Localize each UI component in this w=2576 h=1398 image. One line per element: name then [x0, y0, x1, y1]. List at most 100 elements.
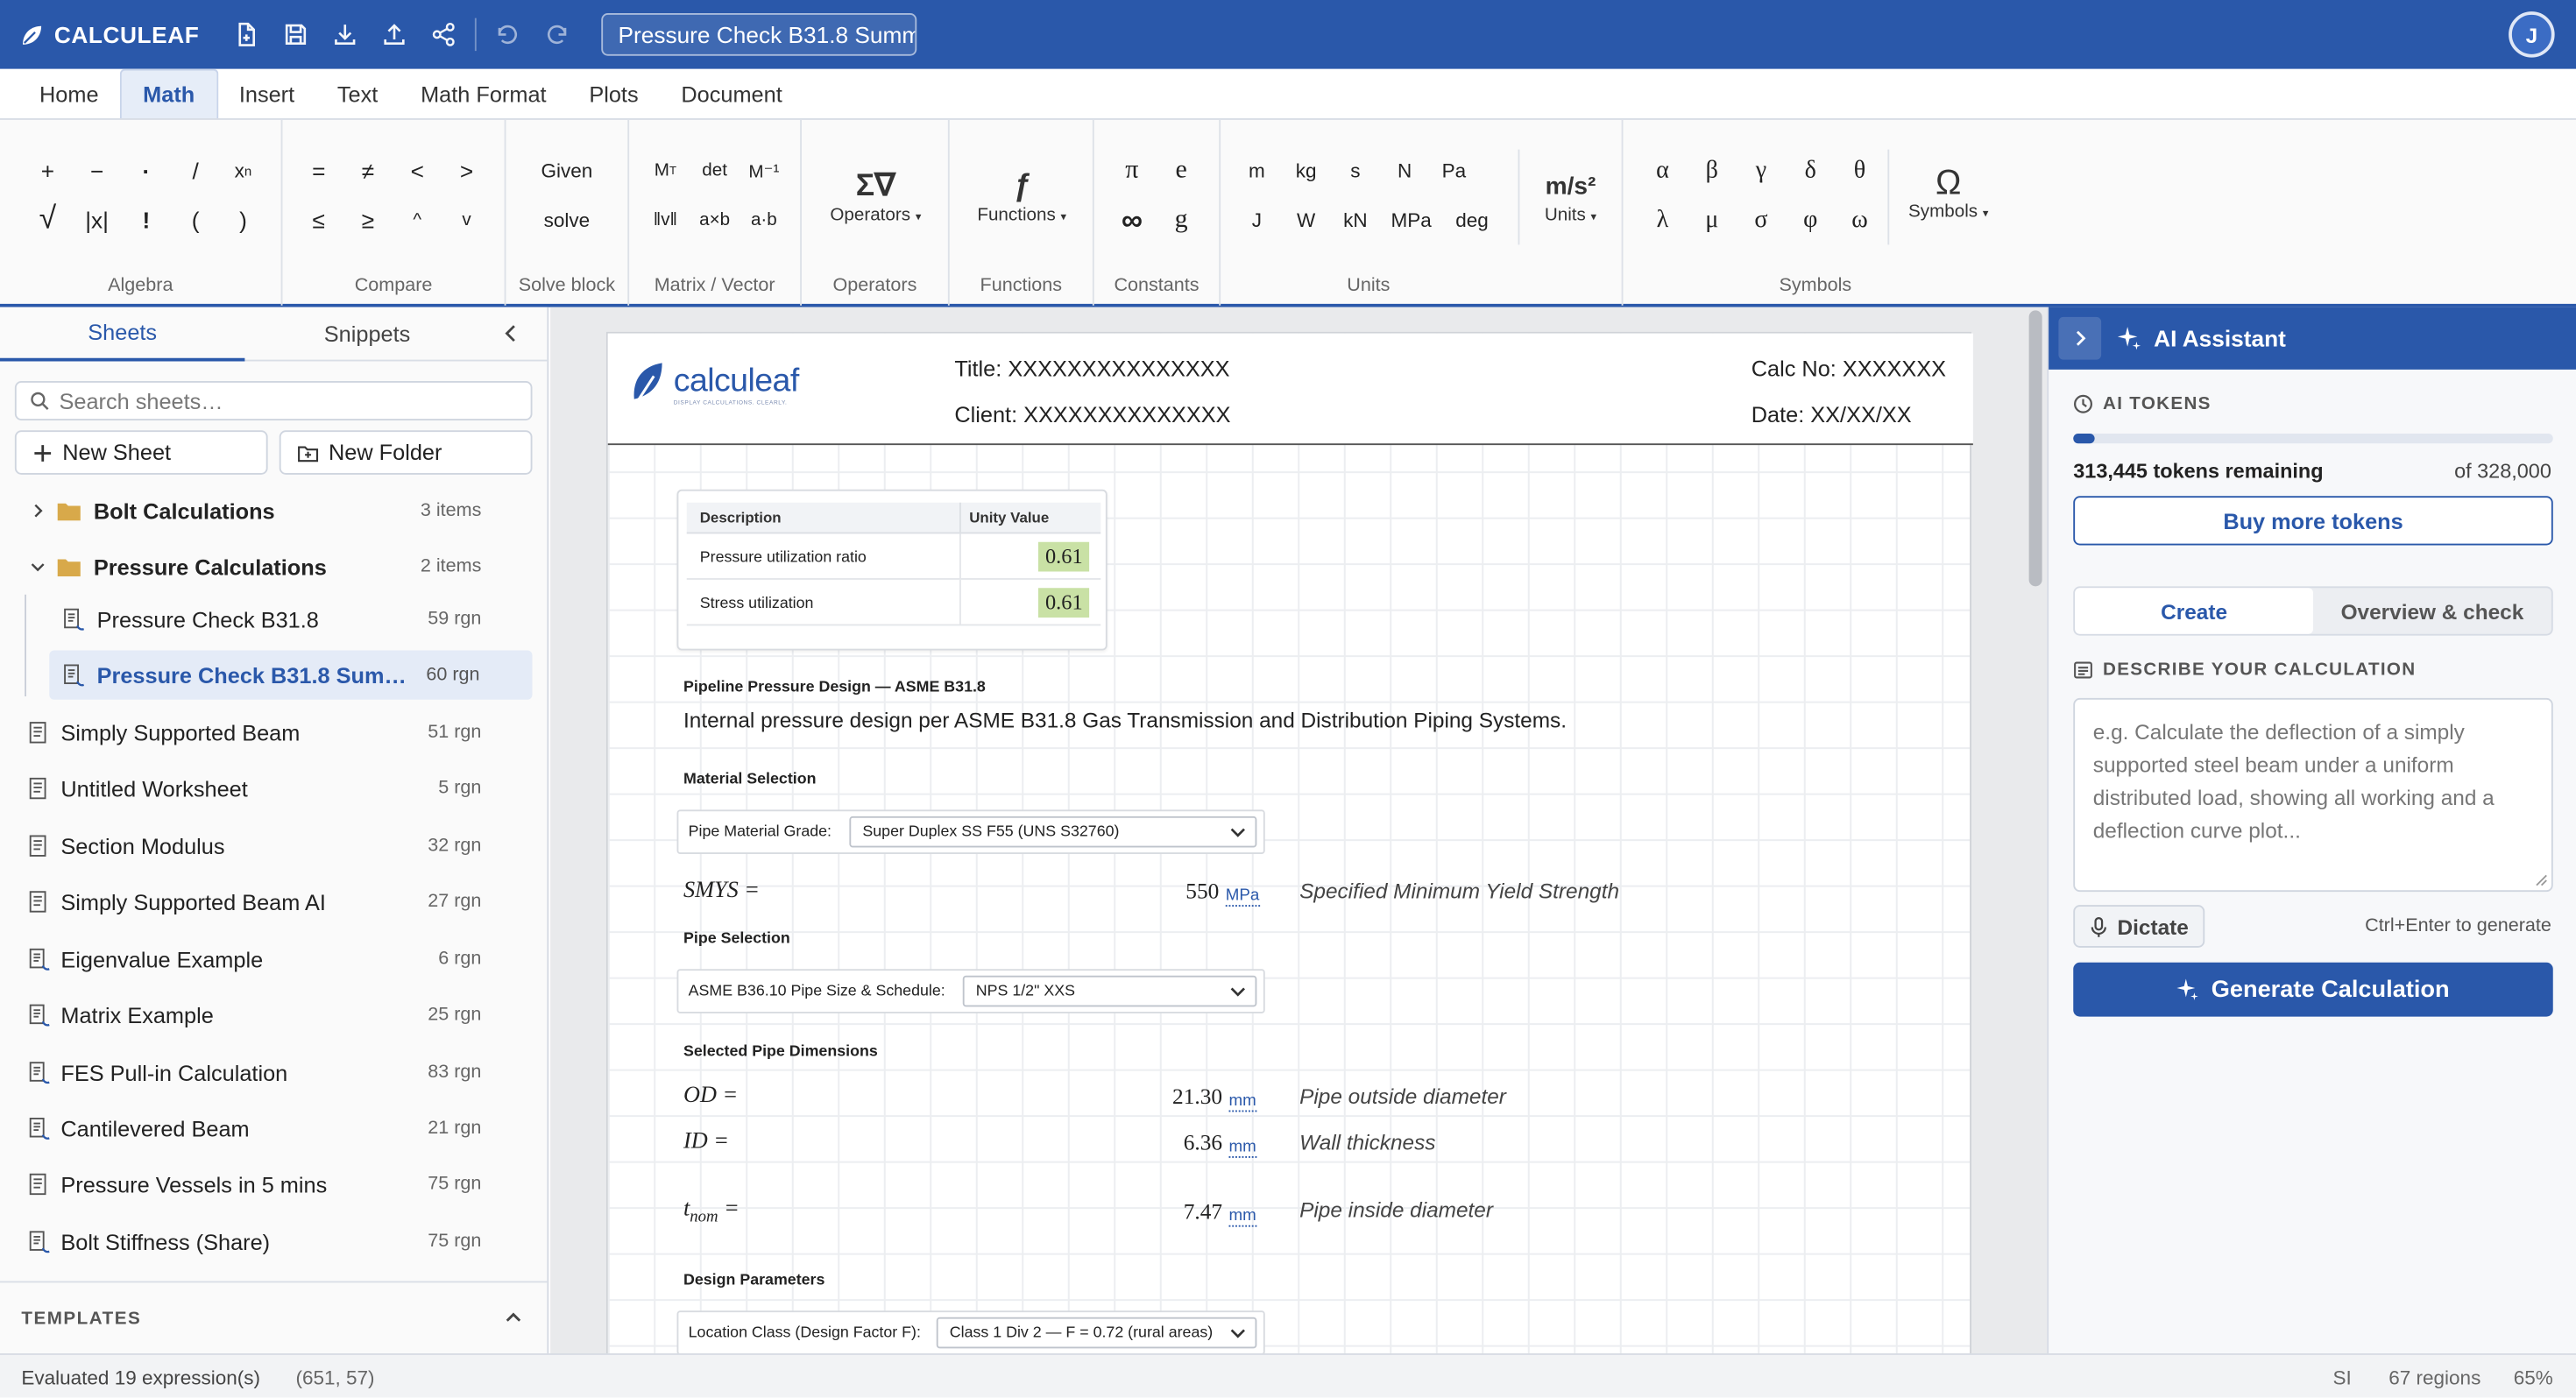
insert-unit-deg-button[interactable]: deg: [1449, 202, 1496, 238]
tab-text[interactable]: Text: [316, 69, 400, 118]
sheet-item[interactable]: FES Pull-in Calculation 83 rgn: [15, 1048, 534, 1097]
symbols-dropdown[interactable]: Ω Symbols ▾: [1902, 165, 1994, 222]
insert-factorial-button[interactable]: !: [125, 202, 168, 238]
insert-inverse-button[interactable]: M⁻¹: [743, 152, 786, 188]
collapse-assistant-button[interactable]: [2058, 316, 2102, 360]
insert-unit-s-button[interactable]: s: [1334, 152, 1377, 188]
od-unit[interactable]: mm: [1228, 1092, 1256, 1112]
insert-unit-n-button[interactable]: N: [1384, 152, 1426, 188]
sheet-item[interactable]: Cantilevered Beam 21 rgn: [15, 1104, 534, 1153]
folder-bolt-calculations[interactable]: Bolt Calculations 3 items: [15, 486, 534, 535]
insert-phi-button[interactable]: φ: [1789, 202, 1832, 238]
insert-equals-button[interactable]: =: [297, 152, 340, 188]
document-title-input[interactable]: Pressure Check B31.8 Summary: [601, 13, 917, 56]
insert-delta-button[interactable]: δ: [1789, 152, 1832, 188]
new-file-button[interactable]: [223, 10, 272, 59]
insert-determinant-button[interactable]: det: [693, 152, 736, 188]
worksheet-canvas[interactable]: calculeaf DISPLAY CALCULATIONS. CLEARLY.…: [550, 307, 2048, 1353]
tab-home[interactable]: Home: [18, 69, 120, 118]
sheet-item[interactable]: Eigenvalue Example 6 rgn: [15, 935, 534, 984]
operators-dropdown[interactable]: Σ∇ Operators ▾: [818, 169, 933, 225]
canvas-scrollbar[interactable]: [2028, 310, 2042, 587]
unity-check-table[interactable]: Description Unity Value Pressure utiliza…: [676, 489, 1108, 651]
upload-button[interactable]: [370, 10, 419, 59]
insert-unit-kg-button[interactable]: kg: [1284, 152, 1327, 188]
tab-document[interactable]: Document: [660, 69, 803, 118]
insert-subscript-button[interactable]: xn: [222, 152, 265, 188]
insert-dot-product-button[interactable]: a·b: [743, 202, 786, 238]
insert-unit-w-button[interactable]: W: [1284, 202, 1327, 238]
sheet-item[interactable]: Matrix Example 25 rgn: [15, 991, 534, 1040]
id-unit[interactable]: mm: [1228, 1138, 1256, 1158]
insert-pi-button[interactable]: π: [1111, 152, 1154, 188]
insert-abs-button[interactable]: |x|: [75, 202, 118, 238]
share-button[interactable]: [420, 10, 469, 59]
save-button[interactable]: [272, 10, 321, 59]
insert-mu-button[interactable]: μ: [1690, 202, 1733, 238]
sheet-item[interactable]: Pressure Vessels in 5 mins 75 rgn: [15, 1160, 534, 1209]
insert-lambda-button[interactable]: λ: [1641, 202, 1684, 238]
insert-open-paren-button[interactable]: (: [174, 202, 217, 238]
worksheet-page[interactable]: calculeaf DISPLAY CALCULATIONS. CLEARLY.…: [605, 331, 1973, 1353]
insert-close-paren-button[interactable]: ): [222, 202, 265, 238]
insert-greater-equal-button[interactable]: ≥: [347, 202, 390, 238]
smys-unit[interactable]: MPa: [1225, 887, 1260, 907]
insert-e-button[interactable]: e: [1160, 152, 1203, 188]
sheet-item-pressure-check-b31-8[interactable]: Pressure Check B31.8 59 rgn: [49, 595, 534, 644]
collapse-panel-button[interactable]: [498, 321, 524, 347]
insert-given-button[interactable]: Given: [526, 152, 608, 188]
insert-omega-button[interactable]: ω: [1838, 202, 1881, 238]
insert-sqrt-button[interactable]: √: [26, 202, 69, 238]
insert-alpha-button[interactable]: α: [1641, 152, 1684, 188]
insert-unit-pa-button[interactable]: Pa: [1433, 152, 1476, 188]
buy-more-tokens-button[interactable]: Buy more tokens: [2073, 496, 2553, 546]
sheet-item[interactable]: Simply Supported Beam 51 rgn: [15, 708, 534, 757]
insert-and-button[interactable]: ^: [396, 202, 439, 238]
sheet-item[interactable]: Bolt Stiffness (Share) 75 rgn: [15, 1217, 534, 1266]
calculation-description-textarea[interactable]: e.g. Calculate the deflection of a simpl…: [2073, 697, 2553, 893]
insert-greater-than-button[interactable]: >: [445, 152, 488, 188]
search-sheets-input[interactable]: Search sheets…: [14, 381, 533, 420]
insert-unit-mpa-button[interactable]: MPa: [1384, 202, 1440, 238]
insert-beta-button[interactable]: β: [1690, 152, 1733, 188]
new-sheet-button[interactable]: New Sheet: [14, 430, 268, 475]
insert-transpose-button[interactable]: MT: [644, 152, 687, 188]
generate-calculation-button[interactable]: Generate Calculation: [2073, 962, 2553, 1017]
tab-insert[interactable]: Insert: [217, 69, 315, 118]
dictate-button[interactable]: Dictate: [2073, 905, 2205, 948]
sheet-item[interactable]: Simply Supported Beam AI 27 rgn: [15, 877, 534, 926]
units-dropdown[interactable]: m/s² Units ▾: [1525, 169, 1617, 225]
sheet-item[interactable]: Section Modulus 32 rgn: [15, 822, 534, 871]
tab-math[interactable]: Math: [119, 68, 218, 118]
insert-gravity-button[interactable]: g: [1160, 202, 1203, 238]
insert-theta-button[interactable]: θ: [1838, 152, 1881, 188]
insert-solve-button[interactable]: solve: [526, 202, 608, 238]
pipe-size-select[interactable]: NPS 1/2" XXS: [962, 975, 1257, 1007]
insert-divide-button[interactable]: /: [174, 152, 217, 188]
redo-button[interactable]: [533, 10, 582, 59]
tab-plots[interactable]: Plots: [568, 69, 660, 118]
resize-handle-icon[interactable]: [2535, 874, 2548, 887]
templates-section-toggle[interactable]: TEMPLATES: [0, 1281, 549, 1354]
insert-cross-product-button[interactable]: a×b: [693, 202, 736, 238]
tab-math-format[interactable]: Math Format: [400, 69, 568, 118]
insert-sigma-button[interactable]: σ: [1740, 202, 1783, 238]
user-avatar[interactable]: J: [2509, 11, 2555, 58]
insert-plus-button[interactable]: +: [26, 152, 69, 188]
tab-sheets[interactable]: Sheets: [0, 307, 245, 362]
folder-pressure-calculations[interactable]: Pressure Calculations 2 items: [15, 542, 534, 591]
insert-minus-button[interactable]: −: [75, 152, 118, 188]
insert-unit-m-button[interactable]: m: [1235, 152, 1278, 188]
functions-dropdown[interactable]: ƒ Functions ▾: [966, 169, 1079, 225]
insert-norm-button[interactable]: ‖v‖: [644, 202, 687, 238]
tnom-unit[interactable]: mm: [1228, 1207, 1256, 1227]
insert-infinity-button[interactable]: ∞: [1111, 202, 1154, 238]
mode-overview-check[interactable]: Overview & check: [2313, 588, 2551, 634]
insert-unit-kn-button[interactable]: kN: [1334, 202, 1377, 238]
insert-gamma-button[interactable]: γ: [1740, 152, 1783, 188]
insert-less-than-button[interactable]: <: [396, 152, 439, 188]
insert-not-equal-button[interactable]: ≠: [347, 152, 390, 188]
undo-button[interactable]: [484, 10, 533, 59]
insert-or-button[interactable]: v: [445, 202, 488, 238]
insert-unit-j-button[interactable]: J: [1235, 202, 1278, 238]
